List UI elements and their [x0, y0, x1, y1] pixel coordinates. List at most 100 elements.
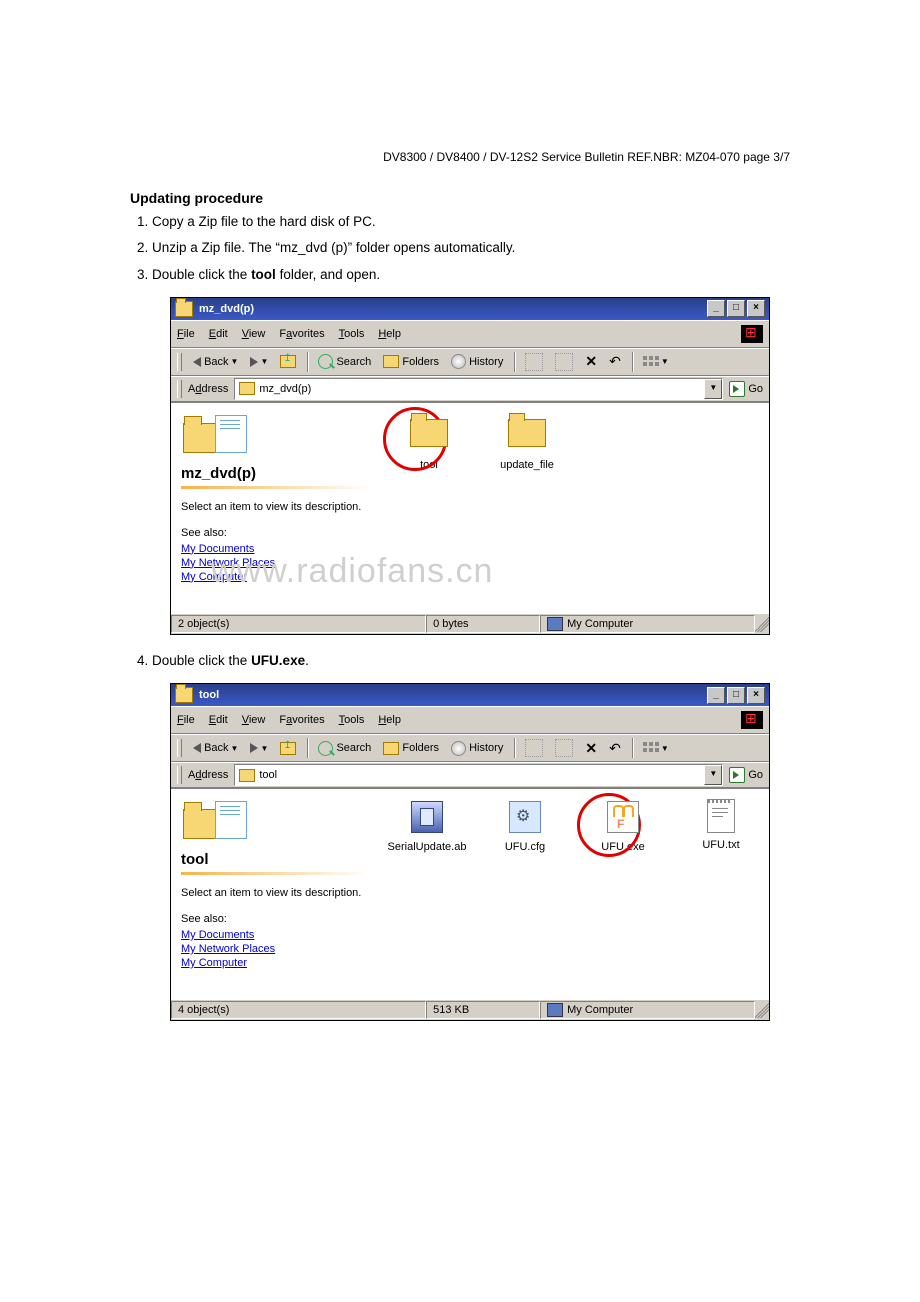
link-my-computer[interactable]: My Computer	[181, 957, 369, 969]
delete-button[interactable]: ✕	[580, 352, 602, 372]
see-also-label: See also:	[181, 913, 369, 925]
toolbar-grip[interactable]	[177, 739, 182, 757]
standard-toolbar: Back▼ ▼ Search Folders History ✕ ↶ ▼	[171, 348, 769, 376]
folder-icon	[175, 687, 193, 703]
address-grip[interactable]	[177, 766, 182, 784]
status-object-count: 2 object(s)	[171, 615, 426, 633]
copy-icon	[555, 739, 573, 757]
copy-to-button[interactable]	[550, 738, 578, 758]
current-folder-title: mz_dvd(p)	[181, 465, 371, 482]
views-icon	[643, 356, 659, 368]
step-2: Unzip a Zip file. The “mz_dvd (p)” folde…	[152, 238, 830, 258]
page-header: DV8300 / DV8400 / DV-12S2 Service Bullet…	[383, 150, 790, 164]
title-bar[interactable]: tool _ □ ×	[171, 684, 769, 706]
address-grip[interactable]	[177, 380, 182, 398]
copy-icon	[555, 353, 573, 371]
views-button[interactable]: ▼	[638, 352, 674, 372]
copy-to-button[interactable]	[550, 352, 578, 372]
file-item-ufu-txt[interactable]: UFU.txt	[681, 799, 761, 851]
views-button[interactable]: ▼	[638, 738, 674, 758]
address-combo[interactable]: tool ▼	[234, 764, 723, 786]
resize-grip[interactable]	[755, 1002, 769, 1018]
window-title: tool	[199, 689, 705, 701]
folder-icon	[508, 419, 546, 447]
toolbar-grip[interactable]	[177, 353, 182, 371]
link-my-network-places[interactable]: My Network Places	[181, 557, 371, 569]
link-my-documents[interactable]: My Documents	[181, 543, 371, 555]
menu-tools[interactable]: Tools	[339, 328, 365, 340]
up-button[interactable]	[275, 352, 301, 372]
hint-text: Select an item to view its description.	[181, 501, 371, 513]
menu-edit[interactable]: Edit	[209, 714, 228, 726]
menu-file[interactable]: File	[177, 714, 195, 726]
file-label: UFU.exe	[583, 841, 663, 853]
menu-help[interactable]: Help	[378, 328, 401, 340]
menu-help[interactable]: Help	[378, 714, 401, 726]
menu-favorites[interactable]: Favorites	[279, 328, 324, 340]
address-dropdown-button[interactable]: ▼	[704, 765, 722, 785]
file-item-serialupdate[interactable]: SerialUpdate.ab	[387, 799, 467, 853]
back-button[interactable]: Back▼	[188, 738, 243, 758]
resize-grip[interactable]	[755, 616, 769, 632]
search-button[interactable]: Search	[313, 352, 376, 372]
title-bar[interactable]: mz_dvd(p) _ □ ×	[171, 298, 769, 320]
search-icon	[318, 354, 333, 369]
folder-icon	[410, 419, 448, 447]
maximize-button[interactable]: □	[727, 687, 745, 704]
go-button[interactable]: Go	[729, 767, 763, 783]
menu-view[interactable]: View	[242, 714, 266, 726]
menu-view[interactable]: View	[242, 328, 266, 340]
folder-icon	[239, 382, 255, 395]
folders-button[interactable]: Folders	[378, 352, 444, 372]
history-button[interactable]: History	[446, 738, 508, 758]
undo-button[interactable]: ↶	[604, 352, 626, 372]
address-combo[interactable]: mz_dvd(p) ▼	[234, 378, 723, 400]
menu-file[interactable]: File	[177, 328, 195, 340]
file-item-ufu-exe[interactable]: F UFU.exe	[583, 799, 663, 853]
undo-button[interactable]: ↶	[604, 738, 626, 758]
hint-text: Select an item to view its description.	[181, 887, 369, 899]
application-icon	[411, 801, 443, 833]
link-my-documents[interactable]: My Documents	[181, 929, 369, 941]
forward-button[interactable]: ▼	[245, 352, 273, 372]
windows-logo-icon	[741, 711, 763, 729]
menu-bar: File Edit View Favorites Tools Help	[171, 706, 769, 734]
folder-item-update-file[interactable]: update_file	[487, 413, 567, 471]
menu-edit[interactable]: Edit	[209, 328, 228, 340]
address-bar: Address mz_dvd(p) ▼ Go	[171, 376, 769, 402]
move-icon	[525, 353, 543, 371]
close-button[interactable]: ×	[747, 687, 765, 704]
minimize-button[interactable]: _	[707, 687, 725, 704]
file-label: UFU.cfg	[485, 841, 565, 853]
go-icon	[729, 381, 745, 397]
up-button[interactable]	[275, 738, 301, 758]
menu-tools[interactable]: Tools	[339, 714, 365, 726]
file-list[interactable]: SerialUpdate.ab UFU.cfg F UFU.exe UFU.tx…	[379, 789, 769, 999]
history-button[interactable]: History	[446, 352, 508, 372]
link-my-network-places[interactable]: My Network Places	[181, 943, 369, 955]
maximize-button[interactable]: □	[727, 300, 745, 317]
go-button[interactable]: Go	[729, 381, 763, 397]
computer-icon	[547, 1003, 563, 1017]
address-bar: Address tool ▼ Go	[171, 762, 769, 788]
address-dropdown-button[interactable]: ▼	[704, 379, 722, 399]
file-item-ufu-cfg[interactable]: UFU.cfg	[485, 799, 565, 853]
forward-button[interactable]: ▼	[245, 738, 273, 758]
folders-button[interactable]: Folders	[378, 738, 444, 758]
search-button[interactable]: Search	[313, 738, 376, 758]
menu-favorites[interactable]: Favorites	[279, 714, 324, 726]
arrow-right-icon	[250, 357, 258, 367]
close-button[interactable]: ×	[747, 300, 765, 317]
folder-item-tool[interactable]: tool	[389, 413, 469, 471]
move-to-button[interactable]	[520, 738, 548, 758]
explorer-window-tool: tool _ □ × File Edit View Favorites Tool…	[170, 683, 770, 1021]
link-my-computer[interactable]: My Computer	[181, 571, 371, 583]
current-folder-title: tool	[181, 851, 369, 868]
move-to-button[interactable]	[520, 352, 548, 372]
address-text: mz_dvd(p)	[259, 383, 704, 395]
file-list[interactable]: tool update_file	[381, 403, 769, 613]
back-button[interactable]: Back▼	[188, 352, 243, 372]
delete-button[interactable]: ✕	[580, 738, 602, 758]
address-label: Address	[188, 383, 228, 395]
minimize-button[interactable]: _	[707, 300, 725, 317]
